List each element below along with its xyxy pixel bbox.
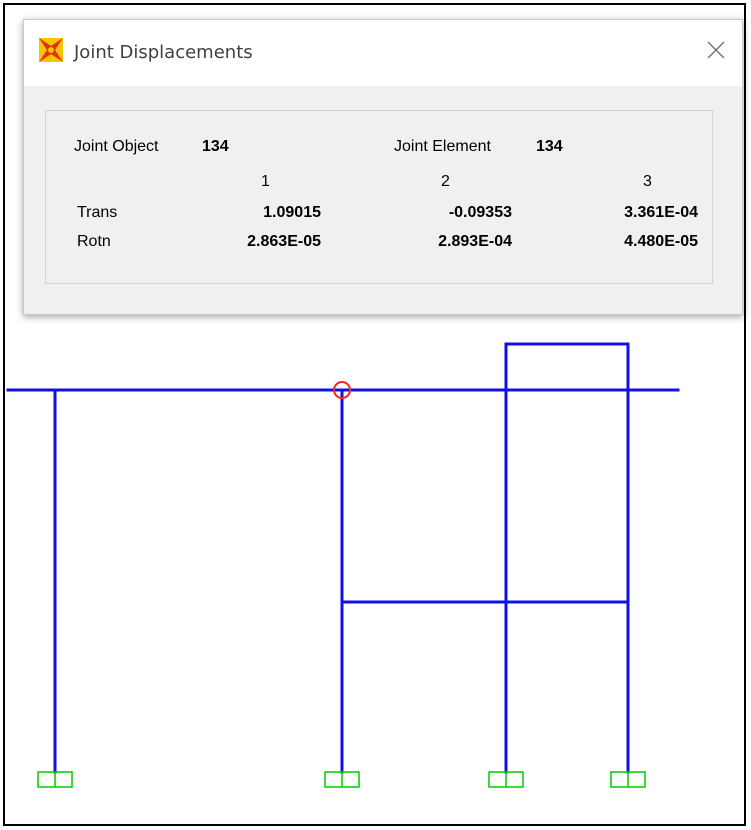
displacement-panel: Joint Object 134 Joint Element 134 1 2 3… xyxy=(45,110,713,284)
joint-object-value: 134 xyxy=(202,138,229,155)
dialog-title: Joint Displacements xyxy=(74,42,253,63)
trans-value-2: -0.09353 xyxy=(448,204,512,221)
rotn-value-1: 2.863E-05 xyxy=(247,233,321,250)
fixed-support-icon[interactable] xyxy=(488,771,524,788)
row-label-trans: Trans xyxy=(77,204,118,221)
close-button[interactable] xyxy=(690,28,742,72)
joint-element-label: Joint Element xyxy=(394,138,491,155)
trans-value-3: 3.361E-04 xyxy=(624,204,698,221)
joint-displacements-dialog: Joint Displacements Joint Object 134 Joi… xyxy=(23,19,743,315)
column-header-2: 2 xyxy=(441,173,450,190)
rotn-value-2: 2.893E-04 xyxy=(438,233,512,250)
joint-element-value: 134 xyxy=(536,138,563,155)
fixed-support-icon[interactable] xyxy=(37,771,73,788)
rotn-value-3: 4.480E-05 xyxy=(624,233,698,250)
fixed-support-icon[interactable] xyxy=(610,771,646,788)
column-header-1: 1 xyxy=(261,173,270,190)
joint-object-label: Joint Object xyxy=(74,138,159,155)
fixed-support-icon[interactable] xyxy=(324,771,360,788)
row-label-rotn: Rotn xyxy=(77,233,111,250)
dialog-titlebar[interactable]: Joint Displacements xyxy=(24,20,742,86)
sap2000-app-icon xyxy=(39,38,63,62)
trans-value-1: 1.09015 xyxy=(263,204,321,221)
column-header-3: 3 xyxy=(643,173,652,190)
close-icon xyxy=(707,41,725,59)
